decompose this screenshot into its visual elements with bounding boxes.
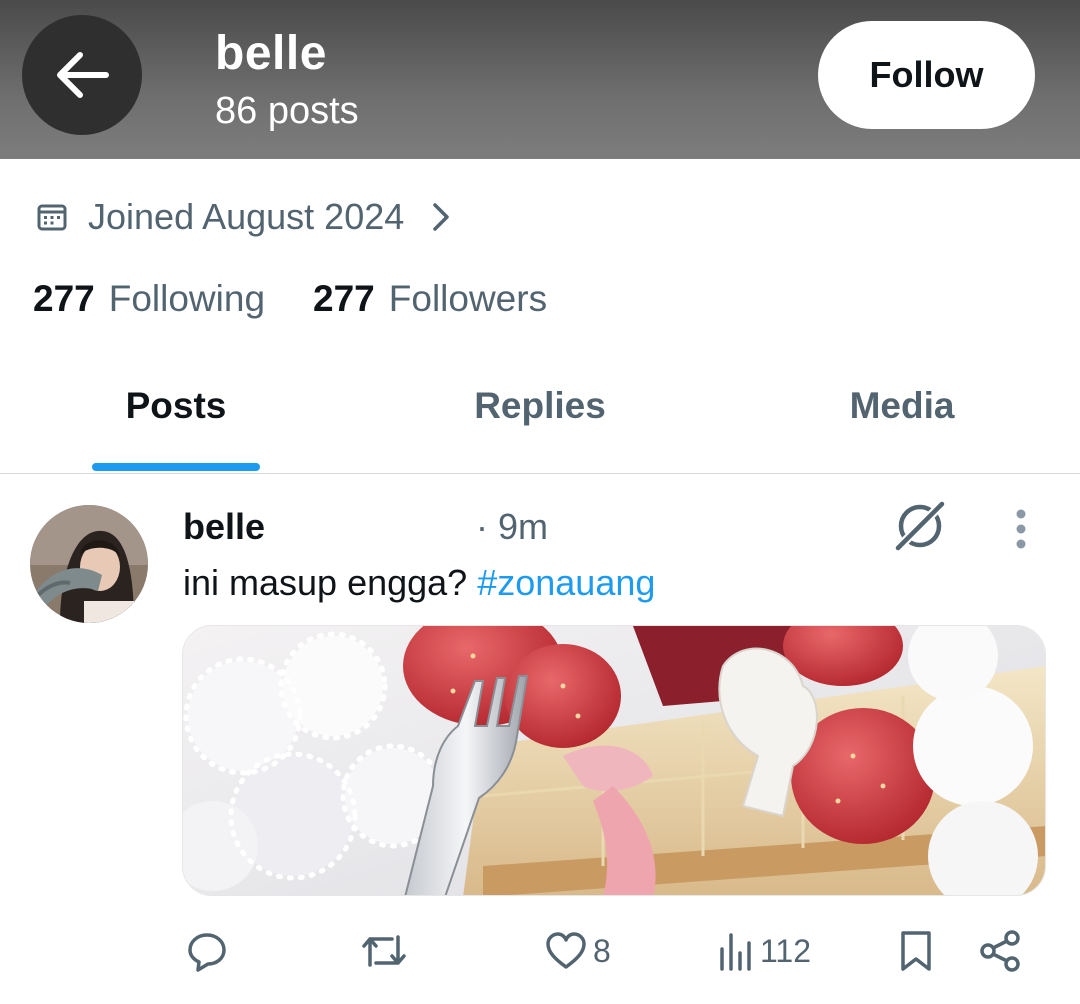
- joined-date[interactable]: Joined August 2024: [36, 192, 450, 242]
- followers-label: Followers: [388, 278, 548, 319]
- avatar[interactable]: [30, 505, 148, 623]
- header-display-name: belle: [215, 27, 327, 80]
- like-icon: [546, 932, 586, 969]
- post-media-image[interactable]: [182, 625, 1046, 896]
- active-tab-indicator: [92, 463, 260, 471]
- profile-tabs: Posts Replies Media: [0, 355, 1080, 474]
- post-body: ini masup engga?: [183, 562, 468, 603]
- chevron-right-icon: [433, 203, 450, 231]
- views-icon: [720, 933, 751, 971]
- post-hashtag[interactable]: #zonauang: [477, 562, 655, 603]
- post-text: ini masup engga? #zonauang: [183, 562, 655, 604]
- tab-posts[interactable]: Posts: [0, 355, 352, 473]
- reply-icon: [188, 933, 226, 972]
- header-posts-count: 86 posts: [215, 90, 359, 132]
- calendar-icon: [37, 204, 67, 231]
- more-vertical-icon[interactable]: [1005, 508, 1037, 550]
- follow-stats: 277 Following 277 Followers: [33, 278, 547, 320]
- post-author-name[interactable]: belle: [183, 506, 265, 548]
- repost-button[interactable]: [358, 925, 410, 977]
- tab-media-label: Media: [849, 385, 955, 426]
- views-button[interactable]: 112: [718, 925, 811, 977]
- joined-date-label: Joined August 2024: [88, 196, 405, 237]
- tab-posts-label: Posts: [125, 385, 227, 426]
- bookmark-button[interactable]: [898, 925, 934, 977]
- tab-replies[interactable]: Replies: [364, 355, 716, 473]
- back-button[interactable]: [22, 15, 142, 135]
- tab-replies-label: Replies: [474, 385, 606, 426]
- share-icon: [980, 930, 1020, 972]
- share-button[interactable]: [978, 925, 1022, 977]
- following-count: 277: [33, 278, 95, 319]
- following-link[interactable]: 277 Following: [33, 278, 265, 320]
- follow-button[interactable]: Follow: [818, 21, 1035, 129]
- like-count: 8: [593, 932, 611, 969]
- post-timestamp[interactable]: · 9m: [476, 506, 548, 548]
- reply-button[interactable]: [186, 925, 228, 977]
- like-button[interactable]: 8: [545, 925, 611, 977]
- following-label: Following: [108, 278, 266, 319]
- bookmark-icon: [901, 931, 931, 971]
- followers-count: 277: [313, 278, 375, 319]
- grok-icon[interactable]: [890, 496, 950, 556]
- profile-header: belle 86 posts Follow: [0, 0, 1080, 159]
- followers-link[interactable]: 277 Followers: [313, 278, 547, 320]
- views-count: 112: [760, 932, 812, 969]
- tab-media[interactable]: Media: [726, 355, 1078, 473]
- repost-icon: [362, 935, 406, 967]
- back-arrow-icon: [57, 52, 109, 98]
